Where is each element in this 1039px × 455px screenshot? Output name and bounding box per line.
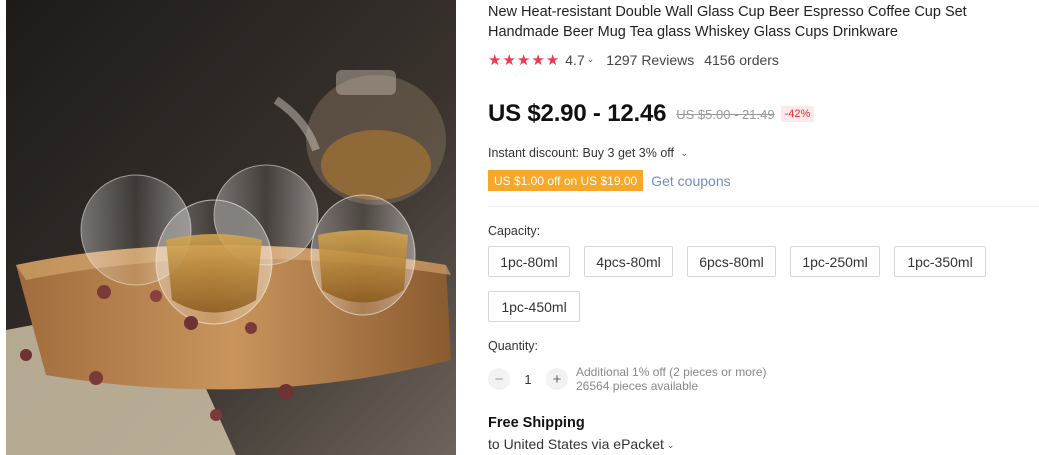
product-photo: [6, 0, 456, 455]
divider: [488, 206, 1039, 207]
capacity-option[interactable]: 1pc-350ml: [894, 246, 986, 277]
get-coupons-link[interactable]: Get coupons: [651, 173, 730, 189]
quantity-note: Additional 1% off (2 pieces or more) 265…: [576, 365, 767, 393]
plus-icon[interactable]: +: [546, 368, 568, 390]
shipping-title: Free Shipping: [488, 415, 585, 431]
instant-discount[interactable]: Instant discount: Buy 3 get 3% off ⌄: [488, 146, 700, 160]
capacity-label: Capacity:: [488, 224, 541, 238]
discount-badge: -42%: [780, 106, 815, 122]
coupon-row: US $1.00 off on US $19.00 Get coupons: [488, 170, 731, 191]
star-icon: ★: [516, 51, 531, 69]
capacity-option[interactable]: 1pc-450ml: [488, 291, 580, 322]
star-icon: ★: [488, 51, 502, 69]
capacity-option[interactable]: 1pc-80ml: [488, 246, 570, 277]
capacity-option[interactable]: 1pc-250ml: [790, 246, 880, 277]
capacity-option[interactable]: 6pcs-80ml: [687, 246, 776, 277]
capacity-option[interactable]: 4pcs-80ml: [584, 246, 673, 277]
rating-value[interactable]: 4.7: [565, 52, 584, 68]
original-price: US $5.00 - 21.49: [676, 106, 775, 122]
additional-discount-text: Additional 1% off (2 pieces or more): [576, 365, 767, 379]
orders-count: 4156 orders: [704, 52, 779, 68]
coupon-badge: US $1.00 off on US $19.00: [488, 170, 644, 191]
instant-discount-text: Instant discount: Buy 3 get 3% off: [488, 146, 674, 160]
star-icon: ★: [545, 51, 560, 69]
star-icon: ★: [502, 51, 516, 69]
current-price: US $2.90 - 12.46: [488, 100, 667, 127]
star-icon: ★: [531, 51, 545, 69]
product-image[interactable]: [6, 0, 456, 455]
chevron-down-icon[interactable]: ⌄: [667, 440, 675, 451]
quantity-label: Quantity:: [488, 339, 539, 353]
quantity-input[interactable]: 1: [510, 372, 546, 387]
minus-icon[interactable]: −: [488, 368, 510, 390]
chevron-down-icon[interactable]: ⌄: [587, 54, 595, 65]
rating-row: ★ ★ ★ ★ ★ 4.7 ⌄ 1297 Reviews 4156 orders: [488, 50, 779, 70]
rating-stars: ★ ★ ★ ★ ★: [488, 53, 559, 68]
reviews-link[interactable]: 1297 Reviews: [606, 52, 694, 68]
pieces-available-text: 26564 pieces available: [576, 379, 699, 393]
product-title: New Heat-resistant Double Wall Glass Cup…: [488, 4, 967, 40]
chevron-down-icon[interactable]: ⌄: [680, 148, 688, 159]
shipping-destination[interactable]: to United States via ePacket ⌄: [488, 436, 686, 452]
price-row: US $2.90 - 12.46 US $5.00 - 21.49 -42%: [488, 100, 815, 128]
shipping-destination-text: to United States via ePacket: [488, 436, 664, 452]
quantity-stepper: − 1 + Additional 1% off (2 pieces or mor…: [488, 365, 767, 393]
